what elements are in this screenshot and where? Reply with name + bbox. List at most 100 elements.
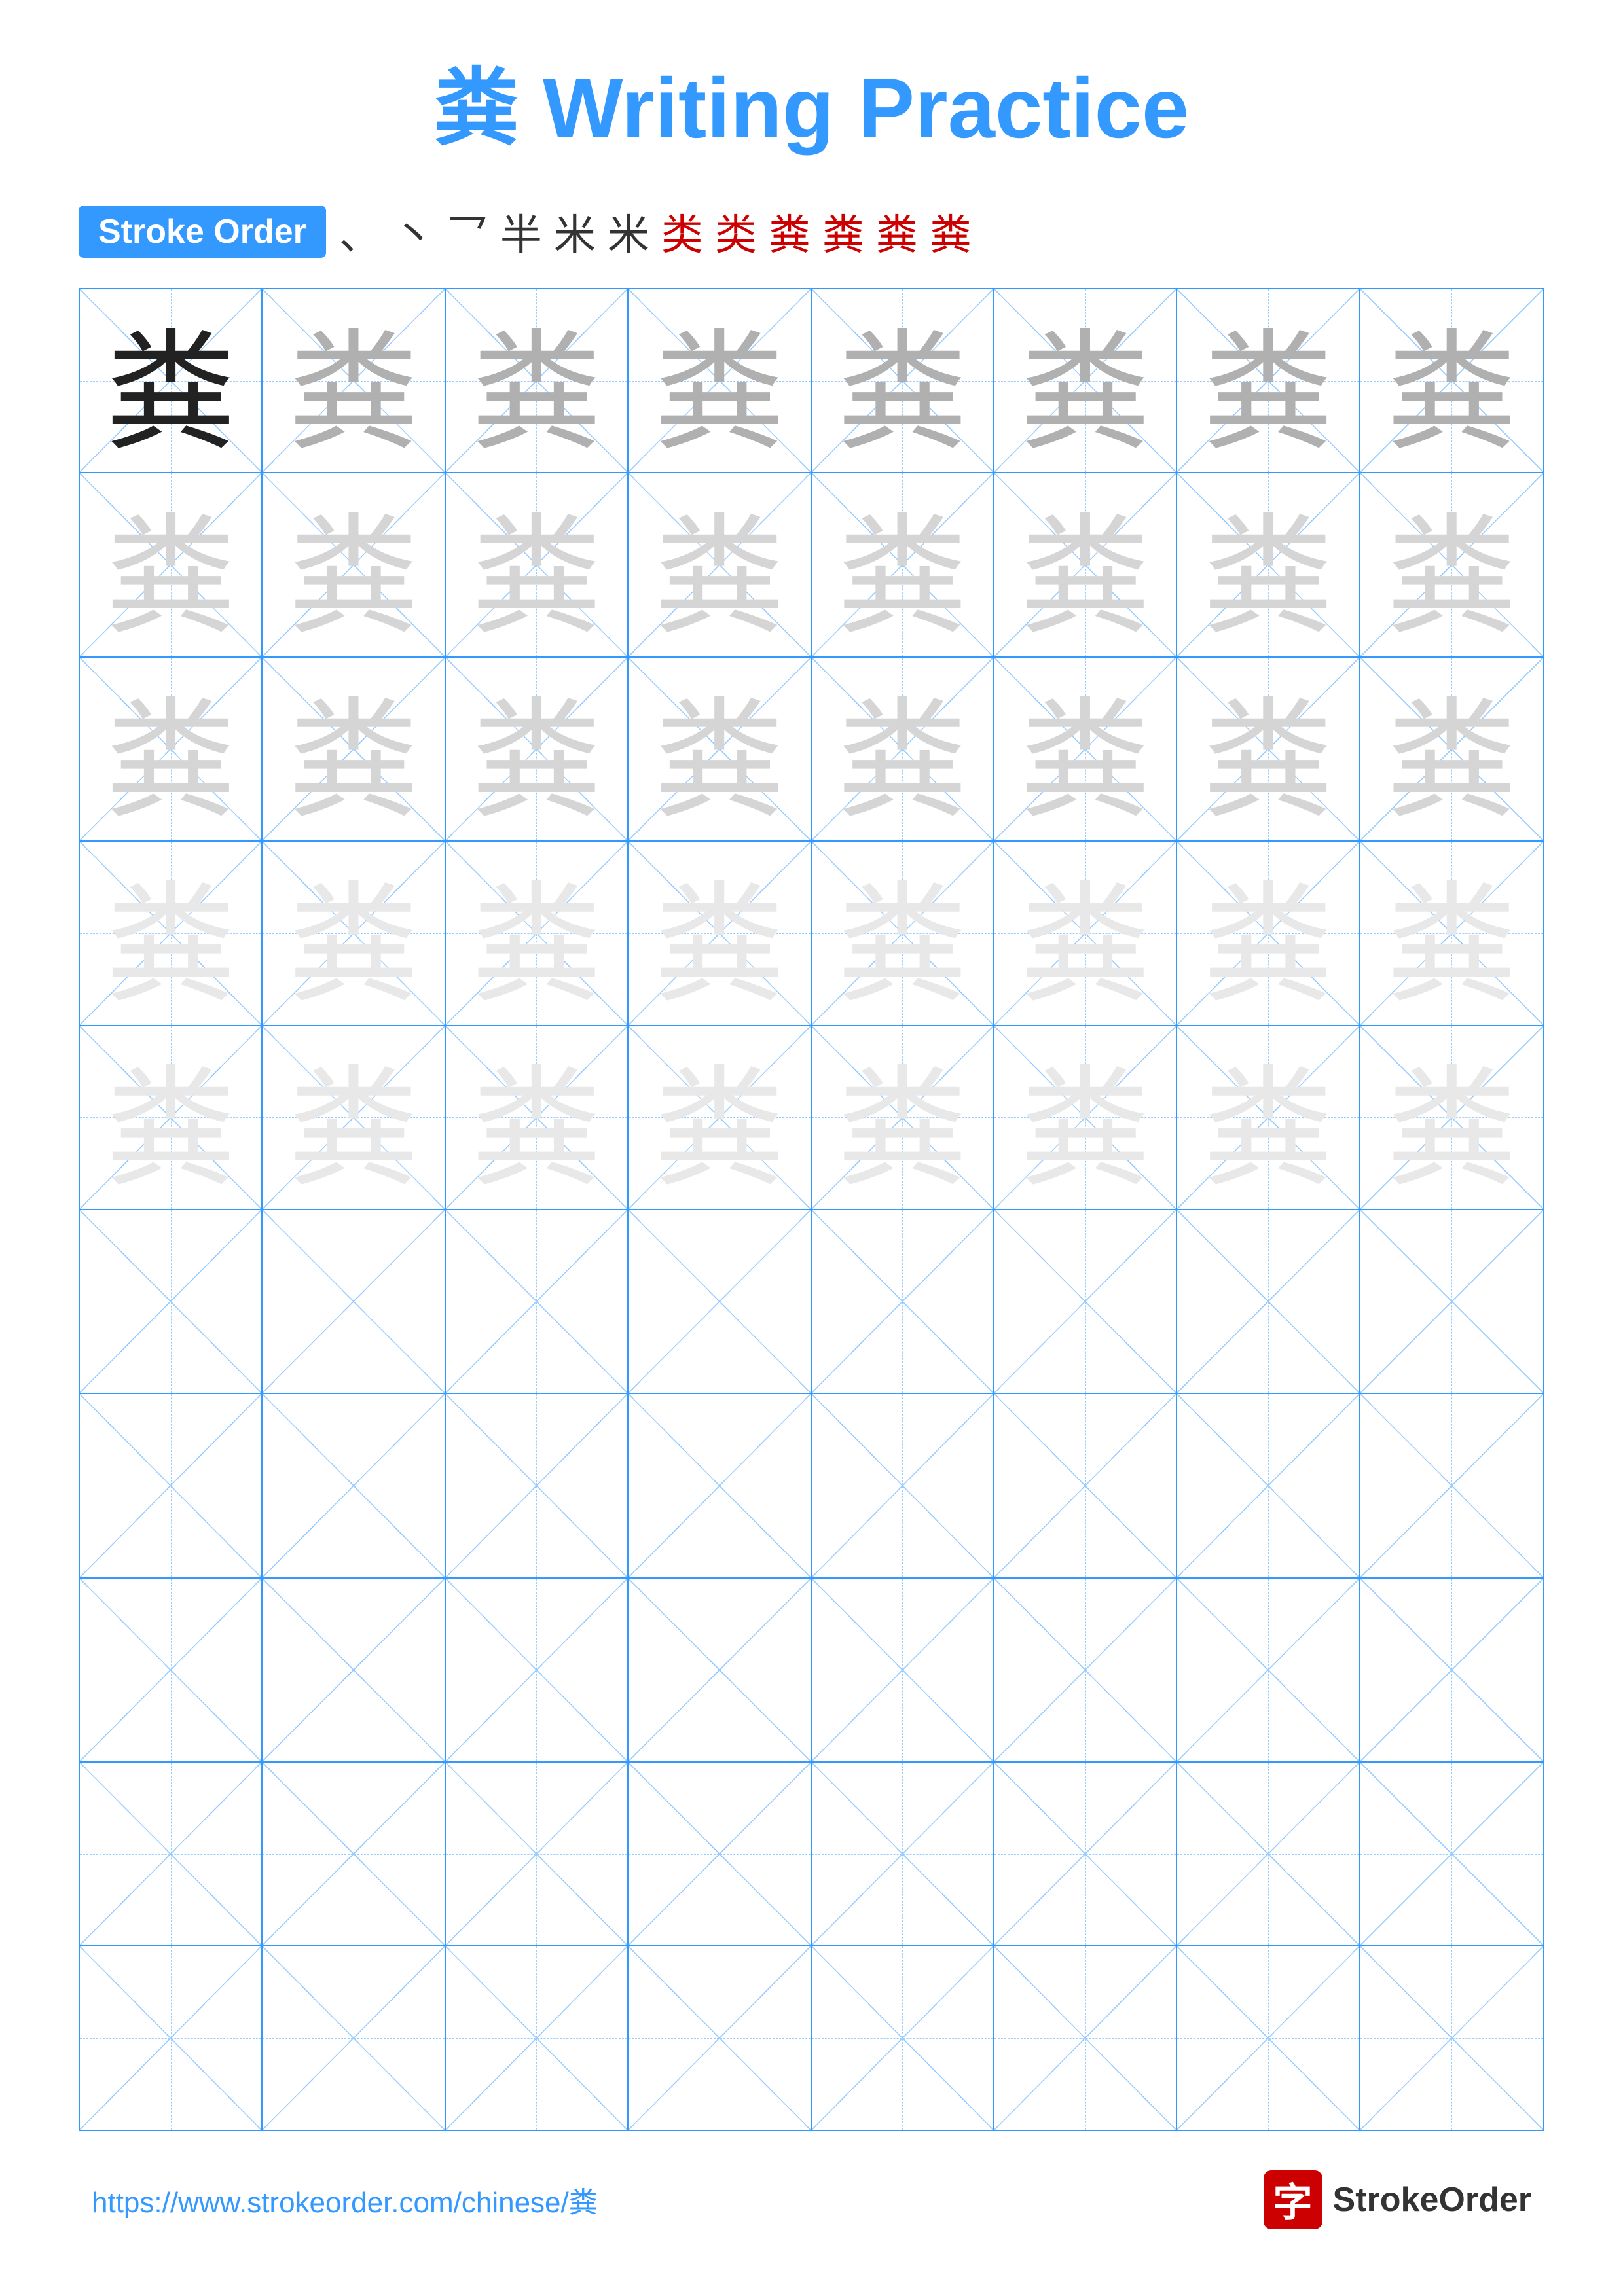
practice-char: 粪 — [471, 842, 602, 1024]
grid-cell-8-5[interactable] — [812, 1579, 994, 1761]
grid-cell-1-1[interactable]: 粪 — [80, 289, 263, 472]
grid-cell-9-3[interactable] — [446, 1763, 629, 1945]
grid-cell-6-6[interactable] — [994, 1210, 1177, 1393]
grid-cell-10-3[interactable] — [446, 1946, 629, 2129]
grid-cell-4-6[interactable]: 粪 — [994, 842, 1177, 1024]
grid-cell-8-7[interactable] — [1177, 1579, 1360, 1761]
grid-cell-10-1[interactable] — [80, 1946, 263, 2129]
grid-cell-6-5[interactable] — [812, 1210, 994, 1393]
practice-char: 粪 — [1386, 289, 1517, 472]
grid-cell-5-2[interactable]: 粪 — [263, 1026, 445, 1209]
grid-cell-6-8[interactable] — [1360, 1210, 1543, 1393]
cell-diag — [994, 1394, 1176, 1577]
practice-char: 粪 — [1020, 1026, 1151, 1209]
practice-char: 粪 — [105, 1026, 236, 1209]
practice-char: 粪 — [1020, 658, 1151, 840]
title-text: Writing Practice — [519, 60, 1189, 156]
grid-cell-10-7[interactable] — [1177, 1946, 1360, 2129]
grid-cell-2-2[interactable]: 粪 — [263, 473, 445, 656]
grid-cell-8-3[interactable] — [446, 1579, 629, 1761]
grid-cell-8-2[interactable] — [263, 1579, 445, 1761]
grid-cell-5-1[interactable]: 粪 — [80, 1026, 263, 1209]
grid-cell-4-5[interactable]: 粪 — [812, 842, 994, 1024]
cell-diag — [446, 1763, 627, 1945]
grid-cell-7-5[interactable] — [812, 1394, 994, 1577]
grid-cell-6-7[interactable] — [1177, 1210, 1360, 1393]
grid-cell-1-4[interactable]: 粪 — [629, 289, 811, 472]
grid-cell-7-7[interactable] — [1177, 1394, 1360, 1577]
grid-cell-5-8[interactable]: 粪 — [1360, 1026, 1543, 1209]
grid-cell-1-7[interactable]: 粪 — [1177, 289, 1360, 472]
grid-cell-10-6[interactable] — [994, 1946, 1177, 2129]
grid-cell-7-1[interactable] — [80, 1394, 263, 1577]
grid-cell-5-6[interactable]: 粪 — [994, 1026, 1177, 1209]
footer-url[interactable]: https://www.strokeorder.com/chinese/粪 — [92, 2179, 598, 2221]
grid-cell-1-8[interactable]: 粪 — [1360, 289, 1543, 472]
cell-diag — [1177, 1210, 1359, 1393]
grid-cell-3-5[interactable]: 粪 — [812, 658, 994, 840]
grid-cell-9-5[interactable] — [812, 1763, 994, 1945]
grid-cell-10-2[interactable] — [263, 1946, 445, 2129]
grid-cell-9-2[interactable] — [263, 1763, 445, 1945]
grid-cell-10-4[interactable] — [629, 1946, 811, 2129]
grid-cell-4-7[interactable]: 粪 — [1177, 842, 1360, 1024]
grid-cell-2-3[interactable]: 粪 — [446, 473, 629, 656]
cell-diag — [446, 1210, 627, 1393]
grid-cell-4-8[interactable]: 粪 — [1360, 842, 1543, 1024]
grid-cell-6-2[interactable] — [263, 1210, 445, 1393]
grid-cell-1-5[interactable]: 粪 — [812, 289, 994, 472]
grid-cell-3-4[interactable]: 粪 — [629, 658, 811, 840]
grid-cell-1-2[interactable]: 粪 — [263, 289, 445, 472]
grid-cell-7-8[interactable] — [1360, 1394, 1543, 1577]
practice-char: 粪 — [837, 1026, 968, 1209]
grid-row-7 — [80, 1394, 1543, 1578]
page: 粪 Writing Practice Stroke Order 、 丶 乛 半 … — [0, 0, 1623, 2296]
grid-cell-3-7[interactable]: 粪 — [1177, 658, 1360, 840]
grid-cell-2-1[interactable]: 粪 — [80, 473, 263, 656]
cell-diag — [263, 1210, 444, 1393]
grid-cell-9-7[interactable] — [1177, 1763, 1360, 1945]
grid-cell-7-4[interactable] — [629, 1394, 811, 1577]
grid-cell-9-4[interactable] — [629, 1763, 811, 1945]
grid-cell-3-3[interactable]: 粪 — [446, 658, 629, 840]
grid-cell-1-6[interactable]: 粪 — [994, 289, 1177, 472]
grid-cell-1-3[interactable]: 粪 — [446, 289, 629, 472]
grid-cell-10-5[interactable] — [812, 1946, 994, 2129]
grid-cell-3-6[interactable]: 粪 — [994, 658, 1177, 840]
grid-cell-9-1[interactable] — [80, 1763, 263, 1945]
page-title: 粪 Writing Practice — [79, 39, 1544, 162]
practice-char: 粪 — [1203, 289, 1334, 472]
practice-char: 粪 — [654, 842, 785, 1024]
grid-cell-4-4[interactable]: 粪 — [629, 842, 811, 1024]
grid-cell-7-3[interactable] — [446, 1394, 629, 1577]
grid-cell-8-8[interactable] — [1360, 1579, 1543, 1761]
grid-cell-4-2[interactable]: 粪 — [263, 842, 445, 1024]
grid-cell-3-8[interactable]: 粪 — [1360, 658, 1543, 840]
grid-cell-7-2[interactable] — [263, 1394, 445, 1577]
grid-cell-8-1[interactable] — [80, 1579, 263, 1761]
grid-cell-6-3[interactable] — [446, 1210, 629, 1393]
grid-cell-4-3[interactable]: 粪 — [446, 842, 629, 1024]
grid-cell-6-1[interactable] — [80, 1210, 263, 1393]
grid-cell-7-6[interactable] — [994, 1394, 1177, 1577]
grid-cell-2-4[interactable]: 粪 — [629, 473, 811, 656]
grid-cell-2-7[interactable]: 粪 — [1177, 473, 1360, 656]
grid-cell-2-8[interactable]: 粪 — [1360, 473, 1543, 656]
grid-cell-3-2[interactable]: 粪 — [263, 658, 445, 840]
grid-cell-5-7[interactable]: 粪 — [1177, 1026, 1360, 1209]
grid-cell-5-5[interactable]: 粪 — [812, 1026, 994, 1209]
grid-cell-9-8[interactable] — [1360, 1763, 1543, 1945]
grid-cell-9-6[interactable] — [994, 1763, 1177, 1945]
stroke-1: 、 — [339, 202, 381, 262]
grid-cell-4-1[interactable]: 粪 — [80, 842, 263, 1024]
grid-cell-2-5[interactable]: 粪 — [812, 473, 994, 656]
grid-cell-3-1[interactable]: 粪 — [80, 658, 263, 840]
practice-char: 粪 — [105, 473, 236, 656]
grid-cell-10-8[interactable] — [1360, 1946, 1543, 2129]
grid-cell-8-4[interactable] — [629, 1579, 811, 1761]
grid-cell-5-3[interactable]: 粪 — [446, 1026, 629, 1209]
grid-cell-6-4[interactable] — [629, 1210, 811, 1393]
grid-cell-2-6[interactable]: 粪 — [994, 473, 1177, 656]
grid-cell-5-4[interactable]: 粪 — [629, 1026, 811, 1209]
grid-cell-8-6[interactable] — [994, 1579, 1177, 1761]
